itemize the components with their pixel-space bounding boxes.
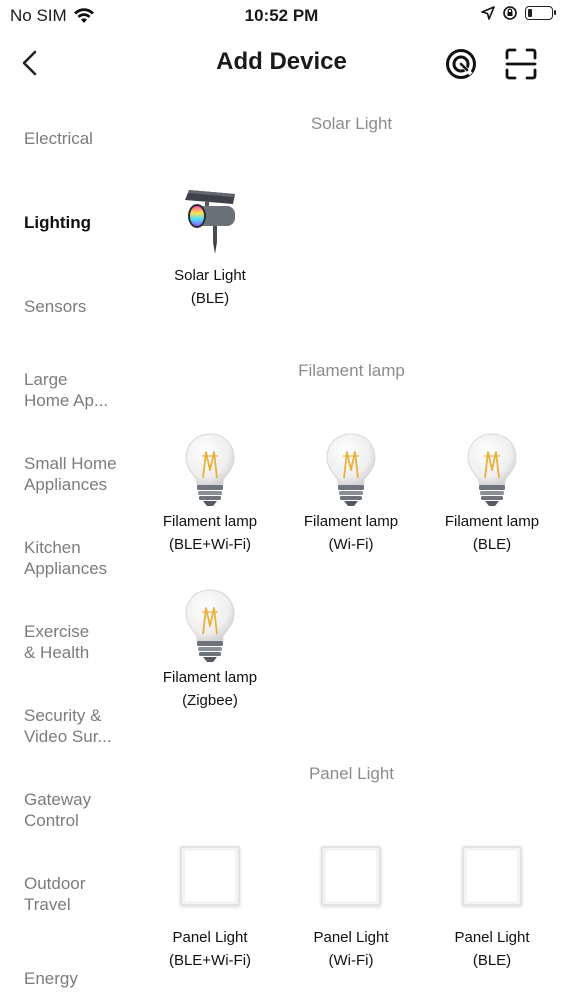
filament-bulb-icon [185, 589, 235, 663]
sidebar-item-kitchen-appliances[interactable]: Kitchen Appliances [24, 537, 144, 579]
sidebar-item-label: Appliances [24, 559, 108, 578]
solar-light-icon [185, 190, 235, 254]
section-title-panel-light: Panel Light [308, 764, 395, 783]
device-panel-light-ble-wifi[interactable]: Panel Light (BLE+Wi-Fi) [140, 834, 280, 972]
device-panel-light-wifi[interactable]: Panel Light (Wi-Fi) [281, 834, 421, 972]
sidebar-item-energy[interactable]: Energy [24, 968, 144, 989]
panel-light-icon [321, 846, 381, 906]
device-filament-lamp-ble[interactable]: Filament lamp (BLE) [422, 430, 562, 556]
sidebar-item-label: Video Sur... [24, 727, 112, 746]
sidebar-item-large-home-appliances[interactable]: Large Home Ap... [24, 369, 144, 411]
section-title-filament-lamp: Filament lamp [298, 361, 405, 380]
sidebar-item-label: Large [24, 370, 68, 389]
device-panel-light-ble[interactable]: Panel Light (BLE) [422, 834, 562, 972]
panel-light-icon [180, 846, 240, 906]
device-protocol: (Zigbee) [182, 692, 238, 709]
device-list: Solar Light Solar Light (BLE) Filament l… [140, 96, 563, 1000]
sidebar-item-gateway-control[interactable]: Gateway Control [24, 789, 144, 831]
sidebar-item-electrical[interactable]: Electrical [24, 128, 144, 149]
sidebar-item-label: Electrical [24, 129, 93, 148]
device-protocol: (BLE) [190, 290, 230, 307]
status-bar: No SIM 10:52 PM [0, 0, 563, 34]
sidebar-item-label: Energy [24, 969, 78, 988]
sidebar-item-label: Outdoor [24, 874, 86, 893]
device-name: Panel Light [454, 929, 530, 946]
sidebar-item-small-home-appliances[interactable]: Small Home Appliances [24, 453, 144, 495]
sidebar-item-label: Security & [24, 706, 102, 725]
sidebar-item-label: Control [24, 811, 79, 830]
panel-light-icon [462, 846, 522, 906]
filament-bulb-icon [185, 433, 235, 507]
device-name: Filament lamp [444, 513, 540, 530]
sidebar-item-label: Appliances [24, 475, 108, 494]
sidebar-item-exercise-health[interactable]: Exercise & Health [24, 621, 144, 663]
sidebar-item-security-video[interactable]: Security & Video Sur... [24, 705, 144, 747]
category-sidebar: Electrical Lighting Sensors Large Home A… [0, 96, 150, 1000]
sidebar-item-sensors[interactable]: Sensors [24, 296, 144, 317]
device-name: Filament lamp [162, 513, 258, 530]
device-solar-light-ble[interactable]: Solar Light (BLE) [140, 184, 280, 310]
device-protocol: (BLE) [472, 536, 512, 553]
sidebar-item-label: Gateway [24, 790, 92, 809]
device-protocol: (Wi-Fi) [328, 952, 374, 969]
device-filament-lamp-wifi[interactable]: Filament lamp (Wi-Fi) [281, 430, 421, 556]
sidebar-item-label: Kitchen [24, 538, 81, 557]
sidebar-item-label: Lighting [24, 213, 92, 232]
device-name: Panel Light [313, 929, 389, 946]
sidebar-item-label: Sensors [24, 297, 87, 316]
orientation-lock-icon [503, 6, 517, 20]
device-protocol: (BLE+Wi-Fi) [168, 952, 252, 969]
nav-header: Add Device [0, 34, 563, 94]
device-name: Solar Light [174, 267, 246, 284]
device-name: Filament lamp [303, 513, 399, 530]
device-filament-lamp-zigbee[interactable]: Filament lamp (Zigbee) [140, 586, 280, 712]
sidebar-item-label: Small Home [24, 454, 117, 473]
sidebar-item-label: Home Ap... [24, 391, 109, 410]
scan-qr-icon[interactable] [503, 46, 539, 82]
device-protocol: (Wi-Fi) [328, 536, 374, 553]
battery-fill [528, 9, 532, 17]
section-title-solar-light: Solar Light [310, 114, 393, 133]
battery-icon [525, 6, 556, 20]
sidebar-item-label: Exercise [24, 622, 90, 641]
sidebar-item-label: & Health [24, 643, 90, 662]
sidebar-item-lighting[interactable]: Lighting [24, 212, 144, 233]
filament-bulb-icon [326, 433, 376, 507]
sidebar-item-label: Travel [24, 895, 71, 914]
device-protocol: (BLE) [472, 952, 512, 969]
device-name: Filament lamp [162, 669, 258, 686]
status-right [481, 5, 556, 21]
location-arrow-icon [481, 6, 495, 20]
sidebar-item-outdoor-travel[interactable]: Outdoor Travel [24, 873, 144, 915]
auto-discover-icon[interactable] [443, 46, 479, 82]
filament-bulb-icon [467, 433, 517, 507]
device-protocol: (BLE+Wi-Fi) [168, 536, 252, 553]
device-filament-lamp-ble-wifi[interactable]: Filament lamp (BLE+Wi-Fi) [140, 430, 280, 556]
status-time: 10:52 PM [244, 6, 319, 25]
device-name: Panel Light [172, 929, 248, 946]
